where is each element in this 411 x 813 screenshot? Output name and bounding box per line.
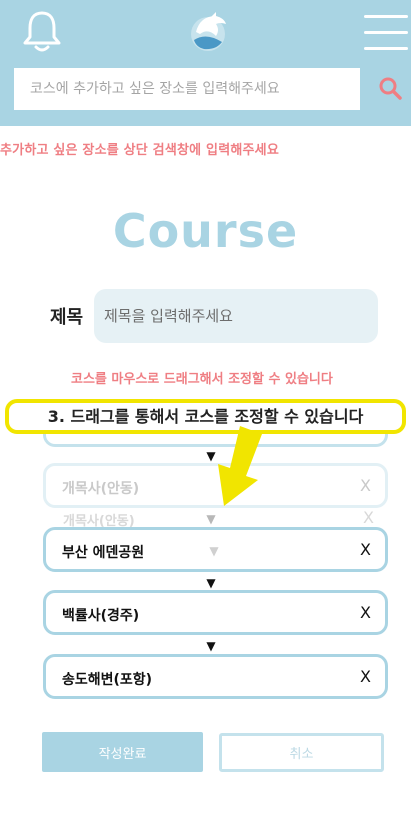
title-input[interactable] <box>94 289 378 343</box>
course-item-name: 개목사(안동) <box>62 481 140 497</box>
course-item[interactable]: 송도해변(포항) X <box>43 654 388 699</box>
app-header <box>0 0 411 126</box>
tutorial-pointer-arrow-icon <box>218 426 262 506</box>
submit-button[interactable]: 작성완료 <box>42 732 203 772</box>
down-arrow-icon: ▼ <box>206 639 216 653</box>
cancel-button[interactable]: 취소 <box>219 733 384 772</box>
course-item-name: 송도해변(포항) <box>62 672 153 688</box>
down-arrow-icon: ▼ <box>206 576 216 590</box>
page-title: Course <box>112 204 299 258</box>
drag-hint: 코스를 마우스로 드래그해서 조정할 수 있습니다 <box>71 372 333 387</box>
search-hint: 추가하고 싶은 장소를 상단 검색창에 입력해주세요 <box>0 143 279 158</box>
bell-icon[interactable] <box>22 10 62 54</box>
remove-course-button[interactable]: X <box>360 603 371 622</box>
search-input[interactable] <box>14 68 360 110</box>
course-item-name: 부산 에덴공원 <box>62 545 145 561</box>
course-item[interactable]: 백률사(경주) X <box>43 590 388 635</box>
course-item-name: 백률사(경주) <box>62 608 140 624</box>
remove-course-button[interactable]: X <box>360 540 371 559</box>
down-arrow-icon: ▼ <box>206 512 216 526</box>
remove-course-button[interactable]: X <box>360 476 371 495</box>
hamburger-menu-icon[interactable] <box>364 15 408 51</box>
remove-course-button[interactable]: X <box>360 667 371 686</box>
title-label: 제목 <box>50 307 84 328</box>
remove-course-button: X <box>363 508 374 527</box>
dolphin-logo-icon[interactable] <box>186 10 230 54</box>
down-arrow-icon: ▼ <box>209 544 219 558</box>
search-icon[interactable] <box>376 74 406 104</box>
